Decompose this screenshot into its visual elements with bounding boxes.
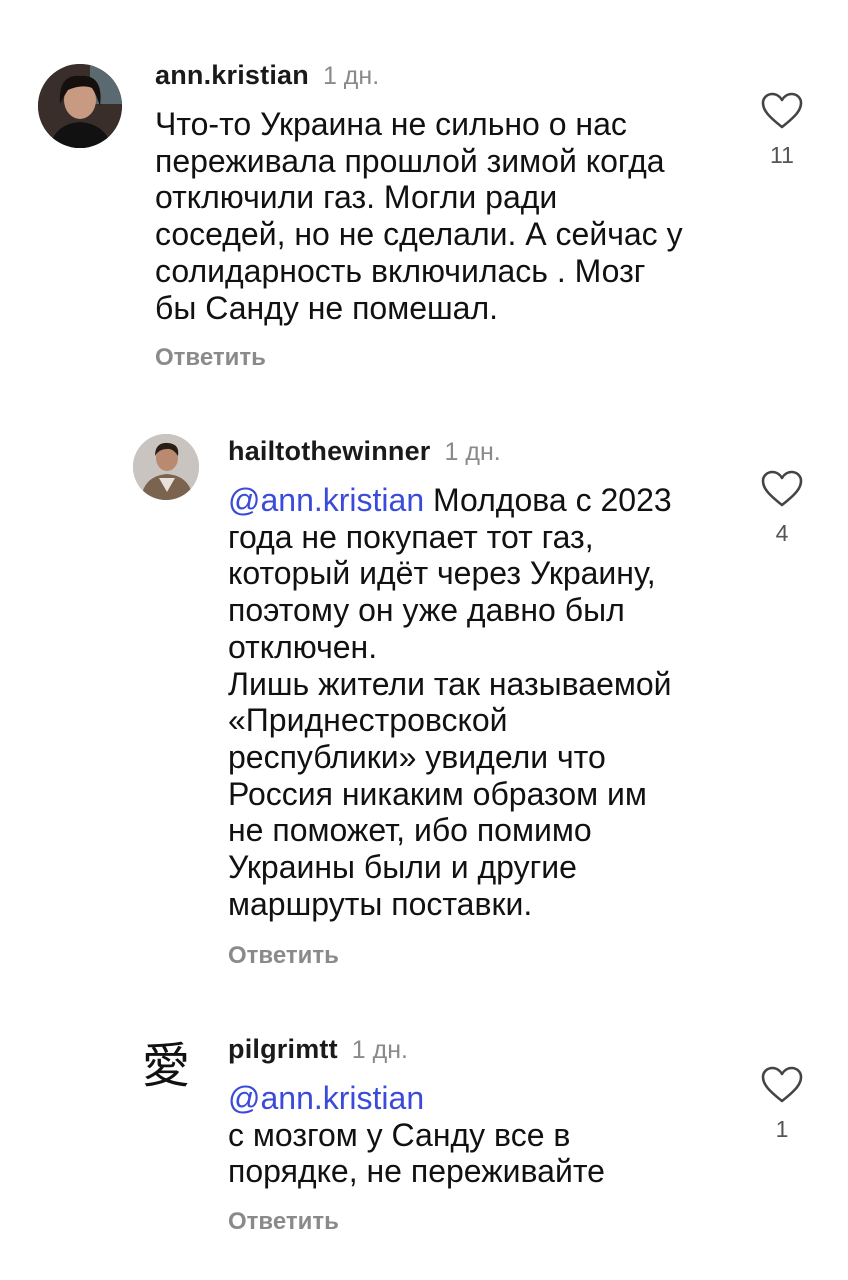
like-count: 1	[775, 1116, 789, 1142]
avatar[interactable]	[133, 434, 199, 500]
mention-link[interactable]: @ann.kristian	[228, 1080, 605, 1117]
comment-text: @ann.kristian с мозгом у Санду все в пор…	[228, 1080, 605, 1190]
reply-button[interactable]: Ответить	[155, 344, 266, 372]
avatar[interactable]	[38, 64, 122, 148]
avatar-photo-icon	[133, 434, 199, 500]
comment-hailtothewinner: hailtothewinner 1 дн. @ann.kristian Молдо…	[0, 400, 848, 1000]
username[interactable]: pilgrimtt	[228, 1034, 338, 1064]
like-control: 11	[757, 92, 807, 169]
like-count: 4	[775, 520, 789, 546]
heart-outline-icon[interactable]	[761, 92, 803, 130]
comment-header: ann.kristian 1 дн.	[155, 62, 379, 89]
reply-button[interactable]: Ответить	[228, 1208, 339, 1236]
reply-button[interactable]: Ответить	[228, 942, 339, 970]
timestamp: 1 дн.	[351, 1036, 408, 1064]
love-kanji-icon: 愛	[133, 1032, 199, 1098]
comment-header: hailtothewinner 1 дн.	[228, 438, 501, 465]
like-count: 11	[770, 142, 794, 168]
comment-ann-kristian: ann.kristian 1 дн. Что-то Украина не силь…	[0, 0, 848, 400]
timestamp: 1 дн.	[322, 62, 380, 90]
svg-text:愛: 愛	[142, 1038, 190, 1094]
comment-text: Что-то Украина не сильно о нас переживал…	[155, 106, 683, 326]
comment-pilgrimtt: 愛 pilgrimtt 1 дн. @ann.kristian с мозгом …	[0, 1000, 848, 1280]
comment-header: pilgrimtt 1 дн.	[228, 1036, 408, 1063]
timestamp: 1 дн.	[444, 438, 501, 466]
avatar[interactable]: 愛	[133, 1032, 199, 1098]
like-control: 1	[757, 1066, 807, 1143]
heart-outline-icon[interactable]	[761, 1066, 803, 1104]
like-control: 4	[757, 470, 807, 547]
heart-outline-icon[interactable]	[761, 470, 803, 508]
comment-text: @ann.kristian Молдова с 2023 года не пок…	[228, 482, 672, 922]
avatar-photo-icon	[38, 64, 122, 148]
username[interactable]: ann.kristian	[155, 60, 309, 90]
username[interactable]: hailtothewinner	[228, 436, 431, 466]
mention-link[interactable]: @ann.kristian	[228, 482, 424, 518]
